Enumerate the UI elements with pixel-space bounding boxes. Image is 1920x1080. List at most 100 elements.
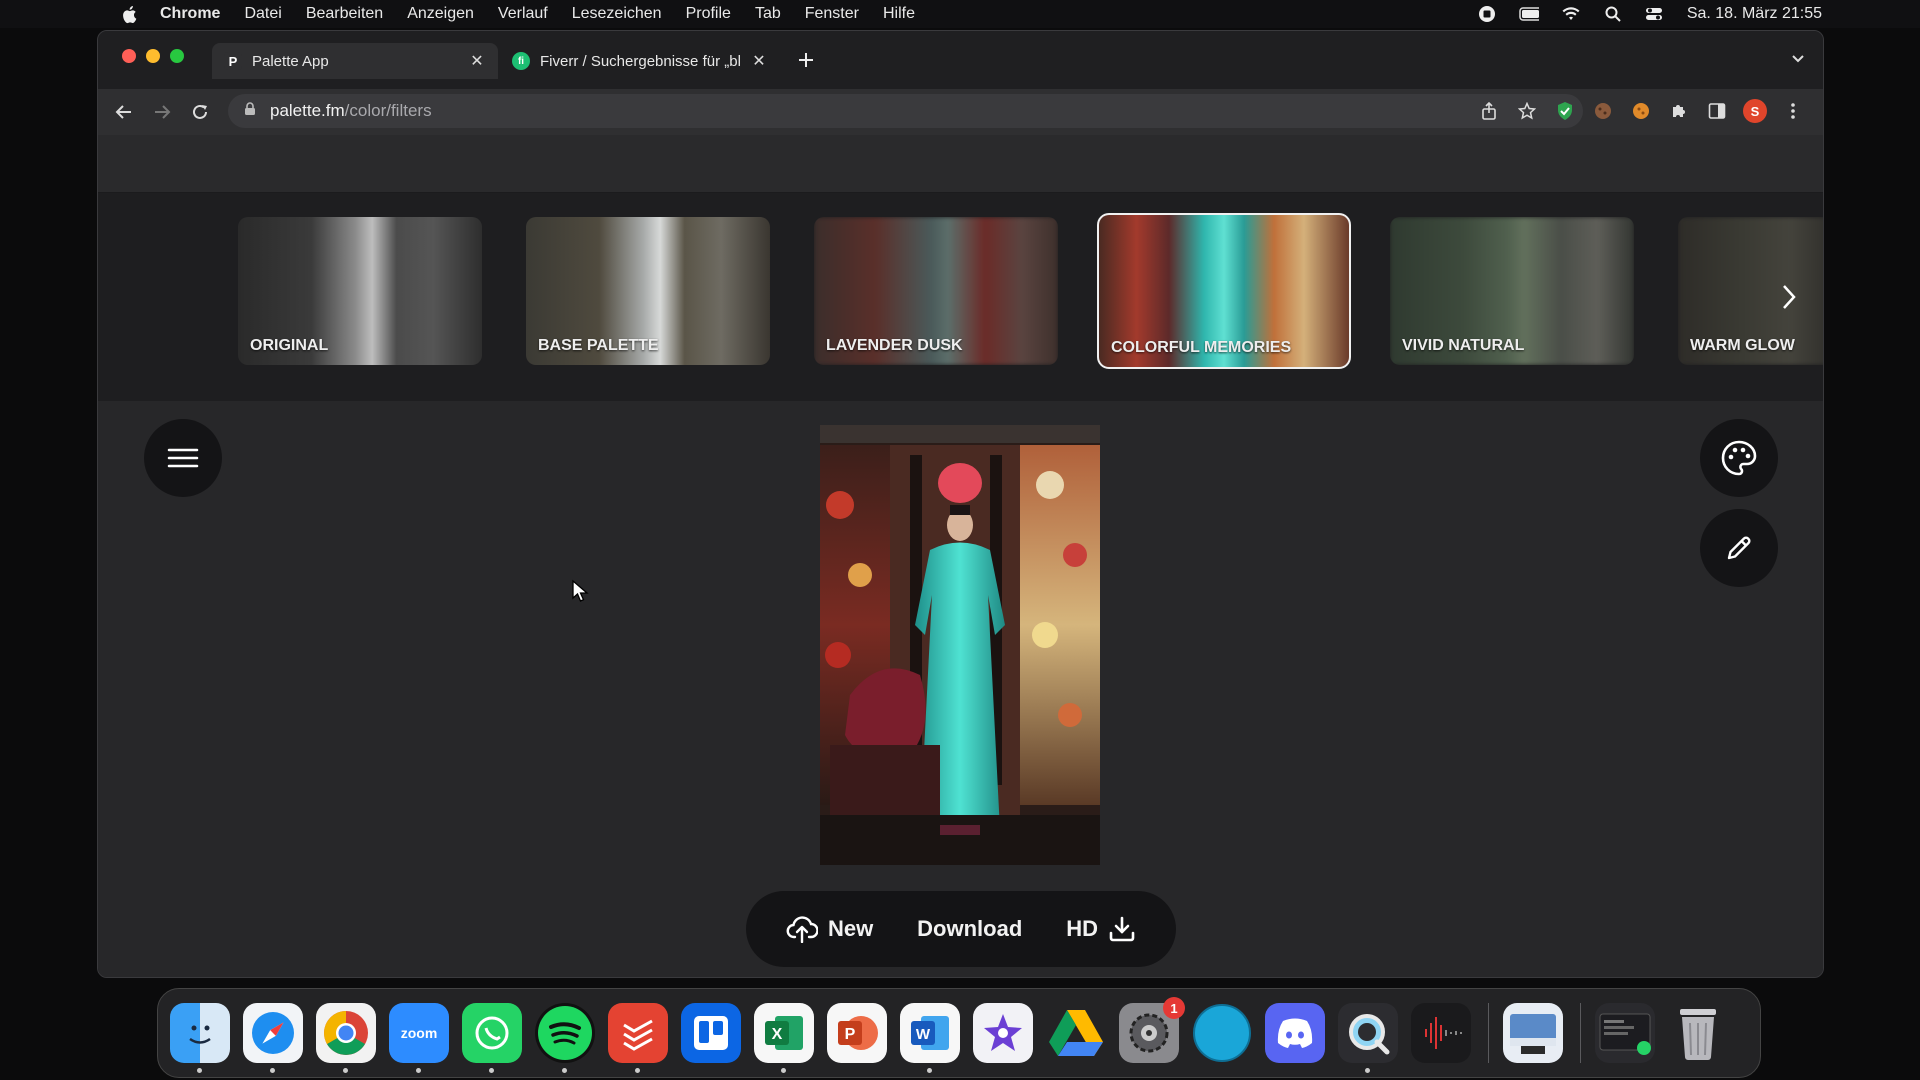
hd-download-button[interactable]: HD bbox=[1066, 915, 1136, 943]
page-header bbox=[98, 135, 1823, 193]
side-panel-icon[interactable] bbox=[1705, 99, 1729, 123]
edit-button[interactable] bbox=[1700, 509, 1778, 587]
safari-icon[interactable] bbox=[243, 1003, 303, 1073]
menu-app-name[interactable]: Chrome bbox=[160, 5, 220, 23]
url-path: /color/filters bbox=[344, 101, 432, 120]
imovie-icon[interactable] bbox=[973, 1003, 1033, 1063]
extensions-area: S bbox=[1477, 99, 1805, 123]
download-icon bbox=[1109, 916, 1135, 942]
whatsapp-icon[interactable] bbox=[462, 1003, 522, 1073]
palette-icon bbox=[1721, 440, 1757, 476]
share-icon[interactable] bbox=[1477, 99, 1501, 123]
download-button[interactable]: Download bbox=[917, 916, 1022, 942]
battery-icon[interactable] bbox=[1519, 6, 1539, 22]
trello-icon[interactable] bbox=[681, 1003, 741, 1063]
tab-fiverr[interactable]: fi Fiverr / Suchergebnisse für „bl ✕ bbox=[500, 43, 780, 79]
system-settings-icon[interactable]: 1 bbox=[1119, 997, 1185, 1063]
zoom-icon[interactable]: zoom bbox=[389, 1003, 449, 1073]
filter-card-lavender-dusk[interactable]: LAVENDER DUSK bbox=[814, 217, 1058, 365]
filter-card-colorful-memories[interactable]: COLORFUL MEMORIES bbox=[1097, 213, 1351, 369]
new-upload-button[interactable]: New bbox=[786, 915, 873, 943]
browser-toolbar: palette.fm/color/filters S bbox=[98, 89, 1823, 135]
address-bar[interactable]: palette.fm/color/filters bbox=[228, 94, 1583, 128]
filter-label: ORIGINAL bbox=[250, 337, 329, 354]
menubar-status-area: Sa. 18. März 21:55 bbox=[1477, 0, 1822, 28]
menu-fenster[interactable]: Fenster bbox=[805, 5, 859, 23]
zoom-app-label: zoom bbox=[400, 1025, 438, 1041]
close-tab-icon[interactable]: ✕ bbox=[468, 51, 486, 71]
menu-lesezeichen[interactable]: Lesezeichen bbox=[572, 5, 662, 23]
finder-icon[interactable] bbox=[170, 1003, 230, 1073]
tab-search-chevron-down-icon[interactable] bbox=[1791, 51, 1805, 69]
bookmark-star-icon[interactable] bbox=[1515, 99, 1539, 123]
word-icon[interactable]: W bbox=[900, 1003, 960, 1073]
editor-canvas: New Download HD bbox=[98, 401, 1823, 977]
forward-arrow-icon[interactable] bbox=[150, 100, 174, 124]
pencil-icon bbox=[1727, 536, 1751, 560]
apple-icon[interactable] bbox=[120, 4, 138, 24]
control-center-icon[interactable] bbox=[1645, 6, 1665, 22]
fiverr-favicon-icon: fi bbox=[512, 52, 530, 70]
close-tab-icon[interactable]: ✕ bbox=[750, 51, 768, 71]
colorized-photo[interactable] bbox=[820, 425, 1100, 865]
menu-hilfe[interactable]: Hilfe bbox=[883, 5, 915, 23]
spotlight-search-icon[interactable] bbox=[1603, 6, 1623, 22]
menubar-clock[interactable]: Sa. 18. März 21:55 bbox=[1687, 5, 1822, 23]
minimize-window-button[interactable] bbox=[146, 49, 160, 63]
palette-favicon-icon: P bbox=[224, 52, 242, 70]
google-drive-icon[interactable] bbox=[1046, 1003, 1106, 1063]
audio-waveform-app-icon[interactable] bbox=[1411, 1003, 1471, 1063]
todoist-icon[interactable] bbox=[608, 1003, 668, 1073]
menu-verlauf[interactable]: Verlauf bbox=[498, 5, 548, 23]
browser-window: P Palette App ✕ fi Fiverr / Suchergebnis… bbox=[97, 30, 1824, 978]
filter-label: COLORFUL MEMORIES bbox=[1111, 339, 1292, 356]
menu-tab[interactable]: Tab bbox=[755, 5, 781, 23]
filter-label: WARM GLOW bbox=[1690, 337, 1795, 354]
orange-cookie-extension-icon[interactable] bbox=[1629, 99, 1653, 123]
new-tab-plus-icon[interactable] bbox=[794, 48, 818, 72]
profile-avatar[interactable]: S bbox=[1743, 99, 1767, 123]
menu-profile[interactable]: Profile bbox=[686, 5, 731, 23]
tab-title: Fiverr / Suchergebnisse für „bl bbox=[540, 52, 741, 70]
window-controls bbox=[122, 49, 184, 63]
lock-icon[interactable] bbox=[244, 101, 256, 121]
kebab-menu-icon[interactable] bbox=[1781, 99, 1805, 123]
back-arrow-icon[interactable] bbox=[112, 100, 136, 124]
svg-text:P: P bbox=[845, 1026, 856, 1043]
chrome-icon[interactable] bbox=[316, 1003, 376, 1073]
shield-extension-icon[interactable] bbox=[1553, 99, 1577, 123]
filter-card-vivid-natural[interactable]: VIVID NATURAL bbox=[1390, 217, 1634, 365]
filter-label: VIVID NATURAL bbox=[1402, 337, 1525, 354]
filter-card-original[interactable]: ORIGINAL bbox=[238, 217, 482, 365]
spotify-icon[interactable] bbox=[535, 1003, 595, 1073]
hamburger-menu-button[interactable] bbox=[144, 419, 222, 497]
close-window-button[interactable] bbox=[122, 49, 136, 63]
tab-strip: P Palette App ✕ fi Fiverr / Suchergebnis… bbox=[98, 31, 1823, 89]
menu-datei[interactable]: Datei bbox=[244, 5, 281, 23]
filter-label: BASE PALETTE bbox=[538, 337, 659, 354]
teal-circle-app-icon[interactable] bbox=[1192, 1003, 1252, 1063]
discord-icon[interactable] bbox=[1265, 1003, 1325, 1063]
dock-separator bbox=[1580, 1003, 1581, 1063]
puzzle-extensions-icon[interactable] bbox=[1667, 99, 1691, 123]
quicktime-icon[interactable] bbox=[1338, 1003, 1398, 1073]
palette-button[interactable] bbox=[1700, 419, 1778, 497]
preview-window-thumbnail-icon[interactable] bbox=[1503, 1003, 1563, 1063]
reload-icon[interactable] bbox=[188, 100, 212, 124]
menu-bearbeiten[interactable]: Bearbeiten bbox=[306, 5, 383, 23]
tab-title: Palette App bbox=[252, 52, 329, 70]
tab-palette-app[interactable]: P Palette App ✕ bbox=[212, 43, 498, 79]
record-icon[interactable] bbox=[1477, 6, 1497, 22]
cookie-extension-icon[interactable] bbox=[1591, 99, 1615, 123]
url-host: palette.fm bbox=[270, 101, 345, 120]
zoom-window-button[interactable] bbox=[170, 49, 184, 63]
filter-card-base-palette[interactable]: BASE PALETTE bbox=[526, 217, 770, 365]
carousel-next-chevron-icon[interactable] bbox=[1775, 279, 1803, 315]
powerpoint-icon[interactable]: P bbox=[827, 1003, 887, 1063]
minimized-window-thumbnail-icon[interactable] bbox=[1595, 1003, 1655, 1063]
new-label: New bbox=[827, 916, 874, 941]
menu-anzeigen[interactable]: Anzeigen bbox=[407, 5, 474, 23]
excel-icon[interactable]: X bbox=[754, 1003, 814, 1073]
trash-icon[interactable] bbox=[1668, 1003, 1728, 1063]
wifi-icon[interactable] bbox=[1561, 6, 1581, 22]
